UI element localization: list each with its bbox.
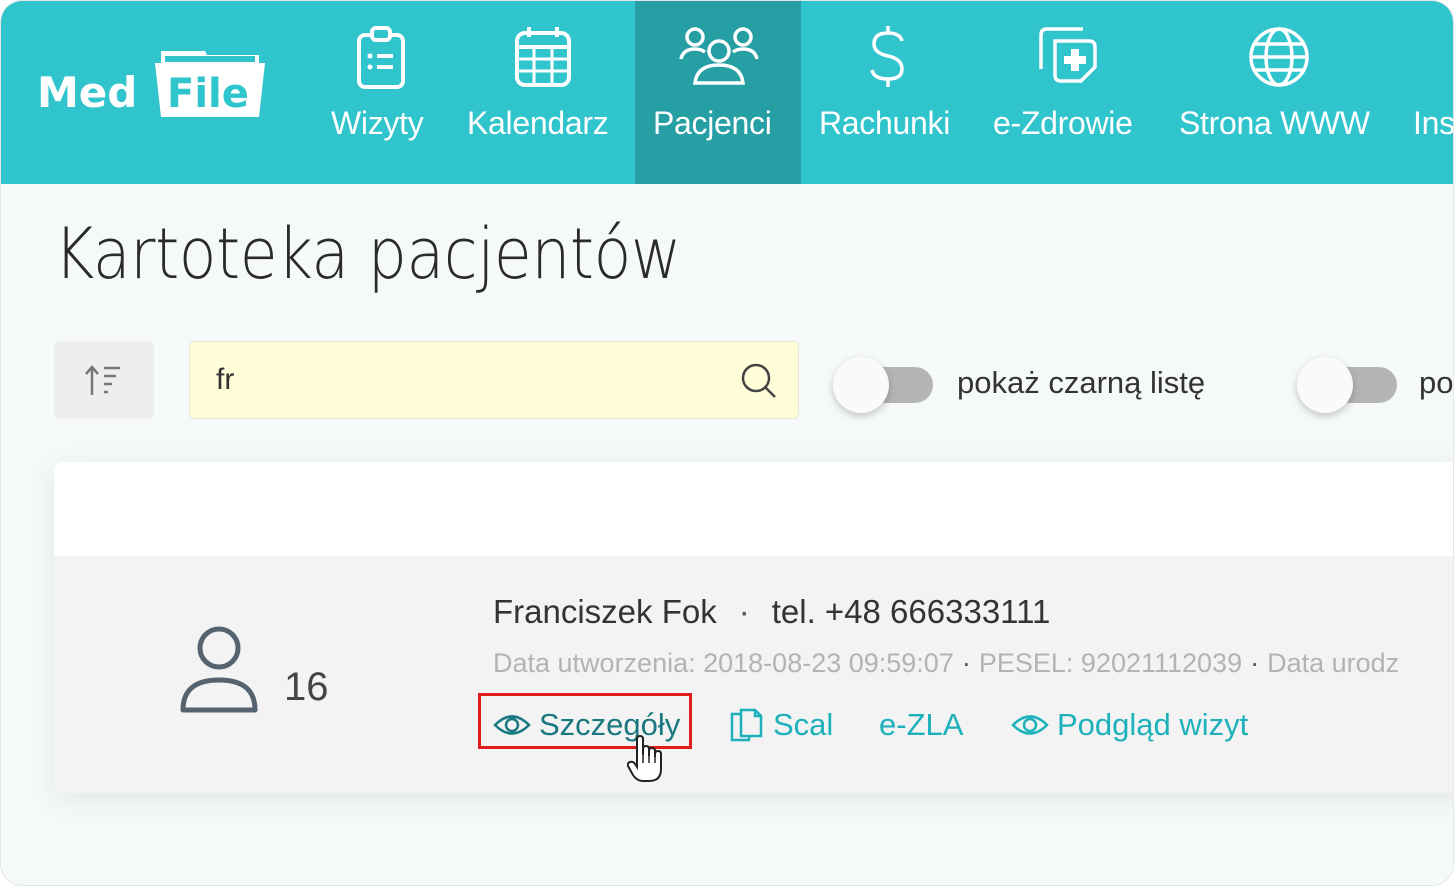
search-input[interactable] <box>216 360 716 400</box>
calendar-icon <box>515 27 571 87</box>
search-icon[interactable] <box>740 362 778 400</box>
logo-text-med: Med <box>37 68 137 117</box>
created-label: Data utworzenia: <box>493 648 696 678</box>
page-title: Kartoteka pacjentów <box>54 213 681 295</box>
separator: · <box>961 648 971 678</box>
blacklist-toggle-label: pokaż czarną listę <box>957 365 1206 400</box>
copy-icon <box>730 708 763 742</box>
blacklist-toggle[interactable] <box>833 353 933 413</box>
patient-row[interactable]: 16 Franciszek Fok · tel. +48 666333111 Dat… <box>54 556 1453 793</box>
nav-item-e-zdrowie[interactable]: e-Zdrowie <box>987 1 1149 184</box>
e-zla-link[interactable]: e-ZLA <box>879 702 963 748</box>
pesel-value: 92021112039 <box>1080 648 1243 678</box>
nav-item-rachunki[interactable]: Rachunki <box>813 1 963 184</box>
toggle-knob <box>1297 357 1353 413</box>
created-value: 2018-08-23 09:59:07 <box>703 648 954 678</box>
nav-label: Strona WWW <box>1179 105 1370 141</box>
merge-link[interactable]: Scal <box>729 702 833 748</box>
merge-link-label: Scal <box>773 707 834 742</box>
patient-name: Franciszek Fok <box>493 593 717 630</box>
patient-id: 16 <box>284 665 329 709</box>
logo-text-file: File <box>167 71 249 117</box>
sort-button[interactable] <box>54 341 154 419</box>
users-icon <box>679 27 759 85</box>
nav-item-kalendarz[interactable]: Kalendarz <box>461 1 625 184</box>
nav-label: Wizyty <box>331 105 424 141</box>
dollar-icon <box>870 26 904 87</box>
nav-label: Ins <box>1413 105 1454 141</box>
patient-name-line: Franciszek Fok · tel. +48 666333111 <box>493 593 1050 631</box>
patient-list-card: 16 Franciszek Fok · tel. +48 666333111 Dat… <box>54 462 1453 793</box>
visit-preview-link[interactable]: Podgląd wizyt <box>1011 702 1248 748</box>
nav-item-wizyty[interactable]: Wizyty <box>319 1 443 184</box>
nav-label: e-Zdrowie <box>993 105 1133 141</box>
nav-item-ins[interactable]: Ins <box>1409 1 1454 184</box>
medfile-logo[interactable]: Med File <box>37 45 267 121</box>
e-zla-link-label: e-ZLA <box>879 707 964 742</box>
patient-phone: tel. +48 666333111 <box>771 593 1051 630</box>
nav-label: Kalendarz <box>467 105 609 141</box>
pesel-label: PESEL: <box>978 648 1074 678</box>
second-toggle[interactable] <box>1297 353 1397 413</box>
separator: · <box>1250 648 1260 678</box>
eye-icon <box>1011 715 1049 735</box>
sort-ascending-icon <box>85 365 120 395</box>
second-toggle-label: po <box>1419 365 1454 400</box>
nav-item-pacjenci[interactable]: Pacjenci <box>635 1 801 184</box>
app-window: Med File Wizyty Kalendarz Pacjenci Rachu… <box>0 0 1454 886</box>
birth-date-label: Data urodz <box>1267 648 1400 678</box>
nav-label: Rachunki <box>819 105 951 141</box>
nav-label: Pacjenci <box>653 105 772 141</box>
toggle-knob <box>833 357 889 413</box>
medical-copy-icon <box>1039 27 1097 83</box>
search-box <box>189 341 799 419</box>
nav-item-strona-www[interactable]: Strona WWW <box>1173 1 1385 184</box>
hand-cursor-icon <box>627 735 662 782</box>
clipboard-icon <box>357 26 405 89</box>
top-navigation: Med File Wizyty Kalendarz Pacjenci Rachu… <box>1 1 1454 184</box>
person-icon <box>180 626 258 713</box>
globe-icon <box>1249 27 1309 87</box>
visit-preview-link-label: Podgląd wizyt <box>1057 707 1249 742</box>
patient-meta-line: Data utworzenia: 2018-08-23 09:59:07 · PES… <box>493 648 1399 679</box>
separator: · <box>738 593 750 630</box>
